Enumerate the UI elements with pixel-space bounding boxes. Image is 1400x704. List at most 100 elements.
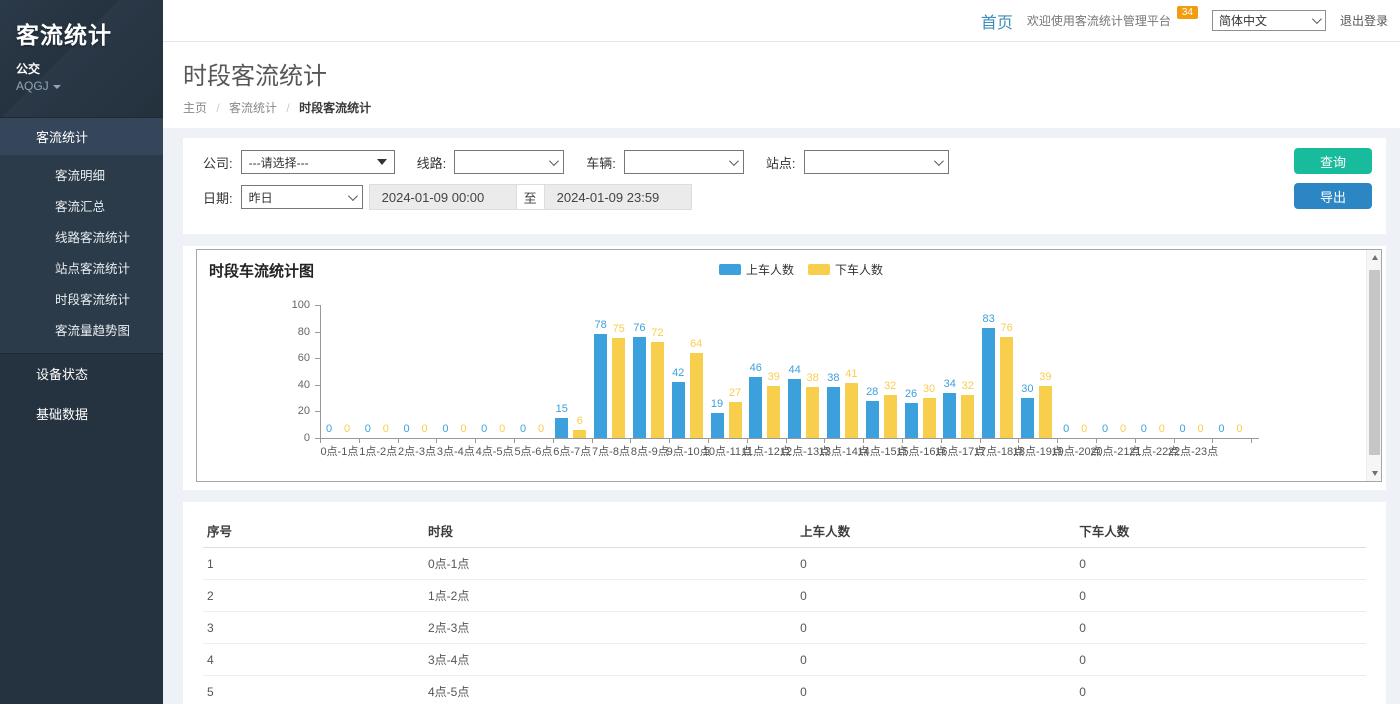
sidebar-item-device-status[interactable]: 设备状态 [0,354,163,394]
sidebar-subitem[interactable]: 线路客流统计 [0,221,163,252]
date-preset-value: 昨日 [249,189,273,206]
company-value: ---请选择--- [249,154,309,171]
vehicle-select[interactable] [624,150,744,174]
sidebar-item-passenger-stats[interactable]: 客流统计 [0,117,163,155]
sidebar-submenu: 客流明细客流汇总线路客流统计站点客流统计时段客流统计客流量趋势图 [0,155,163,354]
bar-alighting [651,342,664,438]
sidebar-subitem[interactable]: 客流汇总 [0,190,163,221]
station-label: 站点: [766,153,796,172]
table-panel: 序号时段上车人数下车人数 10点-1点0021点-2点0032点-3点0043点… [183,502,1386,704]
table-cell: 0 [1075,612,1366,644]
bar-value-label: 6 [565,415,595,427]
bar-boarding [982,328,995,438]
x-axis-category-label: 1点-2点 [359,443,397,459]
x-axis-category-label: 4点-5点 [476,443,514,459]
y-axis-line [320,305,321,438]
query-button[interactable]: 查询 [1294,148,1372,174]
bar-alighting [767,386,780,438]
bar-alighting [690,353,703,438]
date-end-input[interactable]: 2024-01-09 23:59 [544,184,692,210]
page-header: 时段客流统计 主页 / 客流统计 / 时段客流统计 [163,42,1400,128]
date-preset-select[interactable]: 昨日 [241,185,363,209]
logout-link[interactable]: 退出登录 [1340,12,1388,29]
legend-label: 下车人数 [835,261,883,278]
bar-boarding [672,382,685,438]
chevron-down-icon [729,156,739,166]
table-cell: 0 [796,644,1075,676]
sidebar-subitem[interactable]: 时段客流统计 [0,283,163,314]
station-select[interactable] [804,150,949,174]
sidebar-subitem[interactable]: 客流量趋势图 [0,314,163,345]
legend-item-boarding[interactable]: 上车人数 [719,261,794,278]
table-cell: 0 [796,612,1075,644]
legend-label: 上车人数 [746,261,794,278]
x-axis-tick [1212,439,1213,443]
y-axis-tick [315,411,320,412]
bar-value-label: 64 [681,338,711,350]
triangle-up-icon [1372,255,1378,260]
breadcrumb-passenger-stats[interactable]: 客流统计 [229,101,277,115]
sidebar-menu: 客流统计 客流明细客流汇总线路客流统计站点客流统计时段客流统计客流量趋势图 设备… [0,117,163,434]
table-cell: 3点-4点 [424,644,796,676]
table-body: 10点-1点0021点-2点0032点-3点0043点-4点0054点-5点00… [203,548,1366,704]
sidebar-item-base-data[interactable]: 基础数据 [0,394,163,434]
breadcrumb-current: 时段客流统计 [299,101,371,115]
x-axis-category-label: 5点-6点 [514,443,552,459]
x-axis-category-label: 7点-8点 [592,443,630,459]
chevron-down-icon [549,156,559,166]
y-axis-tick [315,358,320,359]
bar-value-label: 39 [1030,371,1060,383]
table-cell: 2点-3点 [424,612,796,644]
bar-value-label: 41 [836,368,866,380]
y-axis-tick-label: 60 [280,352,310,364]
bar-boarding [943,393,956,438]
line-label: 线路: [417,153,447,172]
welcome-text: 欢迎使用客流统计管理平台 [1027,12,1171,29]
date-label: 日期: [203,188,233,207]
filter-buttons: 查询 导出 [1294,148,1372,209]
breadcrumb: 主页 / 客流统计 / 时段客流统计 [183,99,1380,116]
x-axis-category-label: 2点-3点 [398,443,436,459]
bar-value-label: 0 [1224,423,1254,435]
bar-value-label: 0 [526,423,556,435]
breadcrumb-home[interactable]: 主页 [183,101,207,115]
chevron-down-icon [348,191,358,201]
y-axis-tick-label: 0 [280,432,310,444]
notification-badge[interactable]: 34 [1177,6,1198,19]
date-start-input[interactable]: 2024-01-09 00:00 [369,184,517,210]
x-axis-category-label: 0点-1点 [320,443,358,459]
language-select[interactable]: 简体中文 [1212,10,1326,31]
main-area: 首页 欢迎使用客流统计管理平台 34 简体中文 退出登录 时段客流统计 主页 /… [163,0,1400,704]
chevron-down-icon [53,85,61,89]
chart-panel: 时段车流统计图 上车人数 下车人数 0204060801000点-1点001点-… [183,246,1386,490]
table-cell: 0 [796,548,1075,580]
export-button[interactable]: 导出 [1294,183,1372,209]
sidebar-subitem[interactable]: 客流明细 [0,159,163,190]
scrollbar-down-button[interactable] [1367,466,1382,481]
bar-value-label: 27 [720,387,750,399]
sidebar-subitem[interactable]: 站点客流统计 [0,252,163,283]
home-link[interactable]: 首页 [981,9,1013,33]
bar-alighting [573,430,586,438]
x-axis-line [320,438,1259,439]
user-dropdown[interactable]: AQGJ [16,79,147,93]
scrollbar-up-button[interactable] [1367,250,1382,265]
legend-item-alighting[interactable]: 下车人数 [808,261,883,278]
bar-boarding [711,413,724,438]
company-select[interactable]: ---请选择--- [241,150,395,174]
bar-alighting [961,395,974,438]
table-cell: 4点-5点 [424,676,796,704]
line-select[interactable] [454,150,564,174]
bar-alighting [1000,337,1013,438]
y-axis-tick-label: 40 [280,379,310,391]
table-cell: 5 [203,676,424,704]
legend-swatch-yellow [808,264,830,275]
chart-vertical-scrollbar[interactable] [1366,250,1381,481]
table-row: 43点-4点00 [203,644,1366,676]
scrollbar-thumb[interactable] [1369,270,1380,455]
table-cell: 0 [796,580,1075,612]
stats-table: 序号时段上车人数下车人数 10点-1点0021点-2点0032点-3点0043点… [203,514,1366,704]
table-cell: 0 [796,676,1075,704]
table-cell: 0 [1075,676,1366,704]
company-label: 公司: [203,153,233,172]
